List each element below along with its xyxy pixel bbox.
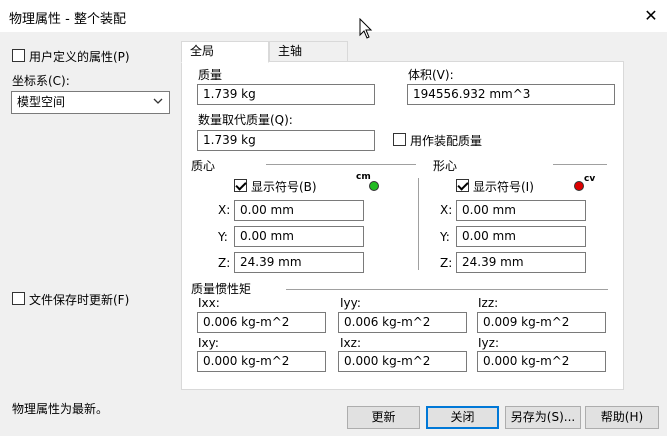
assembly-mass-checkbox[interactable] [393,133,406,146]
centroid-show-symbol-checkbox[interactable] [456,179,469,192]
com-symbol-text: cm [356,172,371,182]
user-defined-props-label: 用户定义的属性(P) [29,50,130,64]
centroid-z-label: Z: [440,256,453,270]
izz-label: Izz: [478,296,499,310]
chevron-down-icon [153,98,163,104]
coord-system-value: 模型空间 [17,95,66,109]
ixy-label: Ixy: [198,336,219,350]
save-as-button[interactable]: 另存为(S)... [505,406,581,429]
iyz-label: Iyz: [478,336,499,350]
com-show-symbol-label: 显示符号(B) [251,180,317,194]
assembly-mass-label: 用作装配质量 [410,134,483,148]
volume-label: 体积(V): [408,68,454,82]
update-button[interactable]: 更新 [347,406,420,429]
coord-system-label: 坐标系(C): [12,74,70,88]
override-mass-label: 数量取代质量(Q): [198,113,293,127]
inertia-divider [286,289,608,290]
close-button[interactable]: 关闭 [426,406,499,429]
mass-label: 质量 [198,68,223,82]
inertia-label: 质量惯性矩 [191,282,252,296]
mouse-cursor-icon [359,18,373,39]
override-mass-field[interactable]: 1.739 kg [197,130,375,151]
update-on-save-label: 文件保存时更新(F) [29,293,130,307]
center-of-mass-divider [266,164,416,165]
help-button[interactable]: 帮助(H) [585,406,659,429]
centroid-label: 形心 [433,159,458,173]
tab-principal-axes-label: 主轴 [278,44,303,58]
centroid-x-field[interactable]: 0.00 mm [456,200,586,221]
com-y-label: Y: [218,230,228,244]
tab-general[interactable]: 全局 [181,41,269,63]
ixz-label: Ixz: [340,336,361,350]
ixz-field[interactable]: 0.000 kg-m^2 [338,351,467,372]
com-z-label: Z: [218,256,231,270]
update-on-save-checkbox[interactable] [12,292,25,305]
centroid-divider [553,164,607,165]
ixy-field[interactable]: 0.000 kg-m^2 [197,351,326,372]
coord-system-select[interactable]: 模型空间 [11,91,170,114]
tab-general-label: 全局 [190,44,215,58]
ixx-label: Ixx: [198,296,220,310]
izz-field[interactable]: 0.009 kg-m^2 [477,312,606,333]
centroid-symbol-icon [574,181,584,191]
com-y-field[interactable]: 0.00 mm [234,226,364,247]
centroid-y-field[interactable]: 0.00 mm [456,226,586,247]
window-title: 物理属性 - 整个装配 [9,12,126,27]
tab-principal-axes[interactable]: 主轴 [269,41,348,62]
iyy-field[interactable]: 0.006 kg-m^2 [338,312,467,333]
centroid-z-field[interactable]: 24.39 mm [456,252,586,273]
iyy-label: Iyy: [340,296,361,310]
iyz-field[interactable]: 0.000 kg-m^2 [477,351,606,372]
com-z-field[interactable]: 24.39 mm [234,252,364,273]
close-icon[interactable]: ✕ [641,6,661,26]
com-x-label: X: [218,203,231,217]
com-symbol-icon [369,181,379,191]
com-show-symbol-checkbox[interactable] [234,179,247,192]
centroid-show-symbol-label: 显示符号(I) [473,180,534,194]
user-defined-props-checkbox[interactable] [12,49,25,62]
group-divider [418,178,419,270]
centroid-symbol-text: cv [584,174,596,184]
centroid-x-label: X: [440,203,453,217]
com-x-field[interactable]: 0.00 mm [234,200,364,221]
volume-field[interactable]: 194556.932 mm^3 [407,84,615,105]
center-of-mass-label: 质心 [191,159,216,173]
status-text: 物理属性为最新。 [12,402,109,416]
centroid-y-label: Y: [440,230,450,244]
ixx-field[interactable]: 0.006 kg-m^2 [197,312,326,333]
mass-field[interactable]: 1.739 kg [197,84,375,105]
